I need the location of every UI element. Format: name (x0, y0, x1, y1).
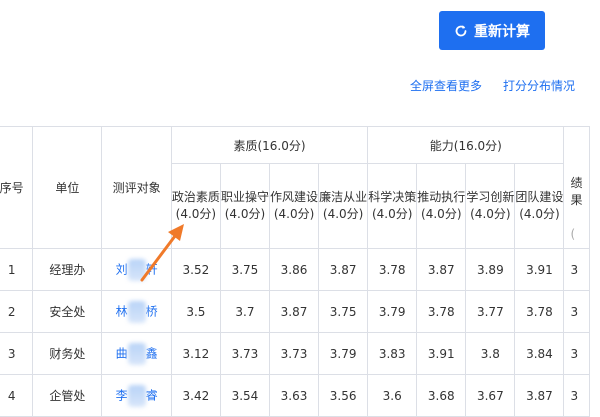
subheader-cell: 作风建设(4.0分) (268, 163, 320, 249)
header-next-partial-2: 果 (570, 193, 583, 207)
redacted-name (127, 258, 146, 281)
score-cell: 3.12 (170, 332, 221, 375)
score-cell: 3.75 (219, 248, 271, 291)
score-cell: 3.56 (318, 374, 369, 417)
name-last: 鑫 (145, 346, 158, 360)
score-cell: 3.78 (416, 290, 467, 333)
score-cell: 3.87 (514, 374, 565, 417)
header-group-ability: 能力(16.0分) (367, 126, 565, 164)
evaluation-table: 序号 单位 测评对象 素质(16.0分) 能力(16.0分) 绩 果 ( 政治素… (0, 126, 590, 417)
score-cell: 3.84 (514, 332, 565, 375)
subheader-cell: 政治素质(4.0分) (170, 163, 221, 249)
score-cell: 3.42 (170, 374, 221, 417)
subheader-cell: 科学决策(4.0分) (367, 163, 418, 249)
name-last: 轩 (145, 262, 158, 276)
target-name-link[interactable]: 曲鑫 (101, 332, 172, 375)
subheader-cell: 学习创新(4.0分) (465, 163, 516, 249)
subheader-cell: 团队建设(4.0分) (514, 163, 565, 249)
seq-cell: 1 (0, 248, 34, 291)
score-cell: 3.67 (465, 374, 516, 417)
target-name-link[interactable]: 李睿 (101, 374, 172, 417)
seq-cell: 4 (0, 374, 34, 417)
score-cell: 3.87 (318, 248, 369, 291)
subheader-cell: 推动执行(4.0分) (416, 163, 467, 249)
score-cell: 3.77 (465, 290, 516, 333)
score-cell: 3.6 (367, 374, 418, 417)
fullscreen-view-more-link[interactable]: 全屏查看更多 (410, 77, 482, 94)
subheader-cell: 廉洁从业(4.0分) (318, 163, 369, 249)
score-cell: 3.54 (219, 374, 271, 417)
unit-cell: 企管处 (32, 374, 103, 417)
score-cell: 3.79 (318, 332, 369, 375)
tail-cell: 3 (563, 290, 590, 333)
name-first: 曲 (115, 346, 128, 360)
score-cell: 3.63 (268, 374, 320, 417)
unit-cell: 安全处 (32, 290, 103, 333)
score-cell: 3.7 (219, 290, 271, 333)
score-cell: 3.73 (268, 332, 320, 375)
table-row: 3 财务处 曲鑫 3.12 3.73 3.73 3.79 3.83 3.91 3… (0, 332, 590, 375)
recalculate-label: 重新计算 (474, 23, 530, 40)
name-last: 桥 (145, 304, 158, 318)
score-cell: 3.86 (268, 248, 320, 291)
target-name-link[interactable]: 刘轩 (101, 248, 172, 291)
score-cell: 3.68 (416, 374, 467, 417)
score-cell: 3.52 (170, 248, 221, 291)
header-target: 测评对象 (101, 126, 172, 249)
target-name-link[interactable]: 林桥 (101, 290, 172, 333)
header-seq: 序号 (0, 126, 34, 249)
seq-cell: 3 (0, 332, 34, 375)
subheader-cell: 职业操守(4.0分) (219, 163, 271, 249)
redacted-name (127, 342, 146, 365)
score-cell: 3.91 (416, 332, 467, 375)
score-cell: 3.78 (367, 248, 418, 291)
table-row: 4 企管处 李睿 3.42 3.54 3.63 3.56 3.6 3.68 3.… (0, 374, 590, 417)
tail-cell: 3 (563, 248, 590, 291)
table-row: 1 经理办 刘轩 3.52 3.75 3.86 3.87 3.78 3.87 3… (0, 248, 590, 291)
score-cell: 3.8 (465, 332, 516, 375)
score-cell: 3.89 (465, 248, 516, 291)
name-first: 林 (115, 304, 128, 318)
score-cell: 3.83 (367, 332, 418, 375)
header-unit: 单位 (32, 126, 103, 249)
redacted-name (127, 300, 146, 323)
header-next-partial: 绩 果 ( (563, 126, 590, 249)
header-group-quality: 素质(16.0分) (170, 126, 369, 164)
score-cell: 3.73 (219, 332, 271, 375)
seq-cell: 2 (0, 290, 34, 333)
recalculate-button[interactable]: 重新计算 (439, 11, 545, 50)
redacted-name (127, 384, 146, 407)
score-cell: 3.87 (268, 290, 320, 333)
refresh-icon (455, 24, 467, 36)
tail-cell: 3 (563, 374, 590, 417)
score-cell: 3.75 (318, 290, 369, 333)
header-next-partial-3: ( (570, 227, 576, 241)
name-first: 刘 (115, 262, 128, 276)
unit-cell: 经理办 (32, 248, 103, 291)
header-next-partial-1: 绩 (570, 176, 583, 190)
score-distribution-link[interactable]: 打分分布情况 (503, 77, 575, 94)
score-cell: 3.5 (170, 290, 221, 333)
score-cell: 3.87 (416, 248, 467, 291)
score-cell: 3.79 (367, 290, 418, 333)
tail-cell: 3 (563, 332, 590, 375)
unit-cell: 财务处 (32, 332, 103, 375)
score-cell: 3.91 (514, 248, 565, 291)
table-row: 2 安全处 林桥 3.5 3.7 3.87 3.75 3.79 3.78 3.7… (0, 290, 590, 333)
score-cell: 3.78 (514, 290, 565, 333)
